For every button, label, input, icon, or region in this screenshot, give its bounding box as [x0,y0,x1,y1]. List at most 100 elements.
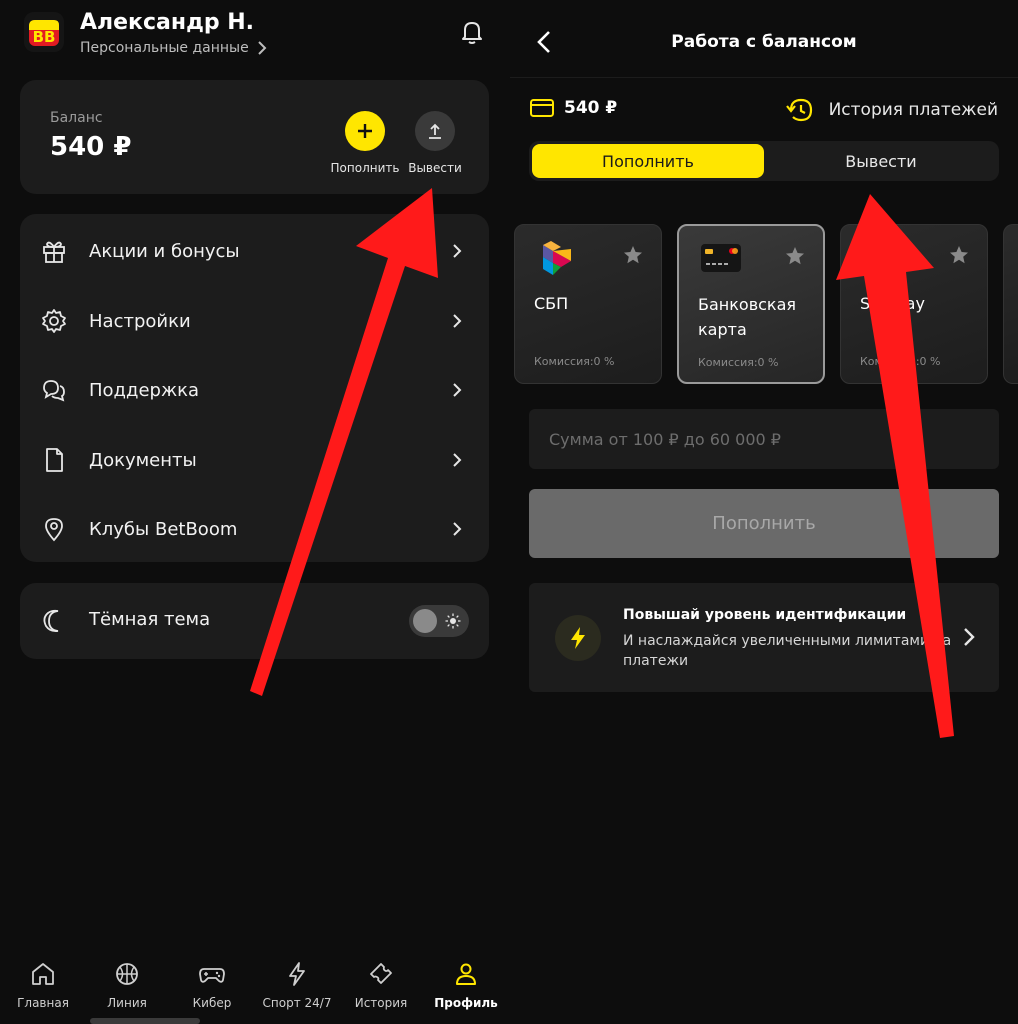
bell-icon[interactable] [458,18,486,46]
nav-label: Главная [17,996,69,1010]
nav-cyber[interactable]: Кибер [170,950,254,1024]
sun-icon [445,613,461,629]
topup-submit-button[interactable]: Пополнить [529,489,999,558]
operation-tabs: Пополнить Вывести [529,141,999,181]
nav-label: Кибер [192,996,232,1010]
balance-screen: Работа с балансом 540 ₽ История платежей… [510,0,1018,1024]
gamepad-icon [199,968,225,983]
chevron-right-icon [964,628,975,646]
menu-item-label: Документы [89,449,197,471]
withdraw-caption: Вывести [408,161,462,175]
nav-label: Линия [107,996,147,1010]
ticket-icon [370,963,392,984]
current-balance: 540 ₽ [530,98,617,118]
betboom-logo: BB [24,12,64,52]
balance-value: 540 ₽ [50,132,132,162]
balance-header: Работа с балансом [510,0,1018,78]
favorite-star-icon[interactable] [949,245,969,265]
personal-data-label: Персональные данные [80,40,249,56]
menu-item-support[interactable]: Поддержка [20,355,489,425]
chevron-right-icon [453,383,462,397]
wallet-card-icon [530,99,554,117]
gear-icon [42,309,66,333]
method-fee: Комиссия:0 % [698,356,779,369]
nav-sport-24-7[interactable]: Спорт 24/7 [255,950,339,1024]
topup-caption: Пополнить [330,161,400,175]
favorite-star-icon[interactable] [623,245,643,265]
dark-theme-toggle[interactable] [409,605,469,637]
balance-card: Баланс 540 ₽ Пополнить Вывести [20,80,489,194]
chat-icon [43,380,65,402]
nav-label: Профиль [434,996,498,1010]
tab-topup[interactable]: Пополнить [532,144,764,178]
identification-title: Повышай уровень идентификации [623,607,907,623]
menu-item-label: Акции и бонусы [89,240,240,262]
payment-history-link[interactable]: История платежей [785,96,998,124]
ball-icon [116,963,138,985]
chevron-right-icon [453,244,462,258]
method-name: Банковская карта [698,295,797,339]
menu-item-label: Поддержка [89,379,200,401]
nav-line[interactable]: Линия [85,950,169,1024]
method-next-partial[interactable] [1003,224,1018,384]
nav-profile[interactable]: Профиль [424,950,508,1024]
home-icon [32,963,54,985]
document-icon [46,448,63,472]
theme-card: Тёмная тема [20,583,489,659]
user-icon [456,963,476,985]
user-name: Александр Н. [80,10,255,35]
personal-data-link[interactable]: Персональные данные [80,40,267,56]
menu-item-settings[interactable]: Настройки [20,286,489,356]
bottom-nav: Главная Линия Кибер Спорт 24/7 История П… [0,950,510,1024]
menu-item-clubs[interactable]: Клубы BetBoom [20,494,489,564]
profile-screen: BB Александр Н. Персональные данные Бала… [0,0,510,1024]
chevron-right-icon [453,522,462,536]
sbp-logo-icon [543,241,571,275]
method-fee: Комиссия:0 % [860,355,941,368]
amount-input[interactable] [529,409,999,469]
plus-icon [358,124,372,138]
method-sberpay[interactable]: SberPay Комиссия:0 % [840,224,988,384]
method-name: СБП [534,294,569,313]
tab-withdraw[interactable]: Вывести [765,144,997,178]
history-label: История платежей [828,100,998,120]
home-indicator [90,1018,200,1024]
lightning-icon [289,962,305,986]
gift-icon [43,241,65,263]
menu-item-documents[interactable]: Документы [20,425,489,495]
nav-label: Спорт 24/7 [262,996,332,1010]
chevron-right-icon [453,314,462,328]
nav-history[interactable]: История [339,950,423,1024]
withdraw-button[interactable] [415,111,455,151]
history-clock-icon [785,98,812,122]
svg-text:BB: BB [33,28,56,46]
bank-card-icon [701,244,741,272]
balance-value: 540 ₽ [564,98,618,118]
toggle-knob [413,609,437,633]
method-name: SberPay [860,294,925,313]
method-bank-card[interactable]: Банковская карта Комиссия:0 % [677,224,825,384]
balance-label: Баланс [50,110,103,126]
method-sbp[interactable]: СБП Комиссия:0 % [514,224,662,384]
lightning-icon [571,627,585,649]
moon-icon [43,609,59,633]
identification-banner[interactable]: Повышай уровень идентификации И наслажда… [529,583,999,692]
profile-header: BB Александр Н. Персональные данные [24,10,486,62]
location-pin-icon [45,518,63,542]
nav-home[interactable]: Главная [1,950,85,1024]
profile-menu: Акции и бонусы Настройки Поддержка Докум… [20,214,489,562]
identification-icon-wrap [555,615,601,661]
chevron-right-icon [453,453,462,467]
identification-text: И наслаждайся увеличенными лимитами на п… [623,633,952,669]
upload-icon [429,123,441,139]
topup-button[interactable] [345,111,385,151]
nav-label: История [354,996,408,1010]
method-fee: Комиссия:0 % [534,355,615,368]
menu-item-promotions[interactable]: Акции и бонусы [20,216,489,286]
dark-theme-label: Тёмная тема [89,609,211,630]
page-title: Работа с балансом [671,32,857,52]
favorite-star-icon[interactable] [785,246,805,266]
menu-item-label: Настройки [89,310,191,332]
menu-item-label: Клубы BetBoom [89,518,238,540]
chevron-right-icon [258,41,267,55]
